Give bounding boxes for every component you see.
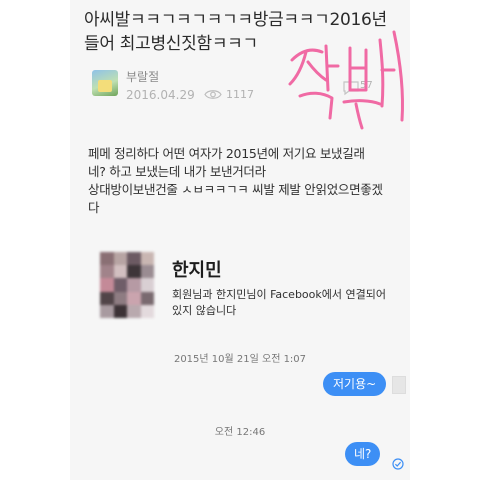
facebook-notice-line-2: 있지 않습니다	[172, 304, 237, 317]
censored-profile-photo	[100, 252, 154, 318]
contact-name[interactable]: 한지민	[172, 256, 222, 282]
post-body-line-3: 상대방이보낸건줄 ㅅㅂㅋㅋㄱㅋ 씨발 제발 안읽었으면좋겠	[88, 182, 383, 197]
view-count: 1117	[226, 88, 254, 101]
post-body-line-1: 페메 정리하다 어떤 여자가 2015년에 저기요 보냈길래	[88, 146, 365, 161]
author-avatar[interactable]	[92, 70, 118, 96]
author-name[interactable]: 부랄절	[126, 68, 159, 85]
seen-check-icon	[392, 458, 404, 470]
handwritten-signature	[288, 30, 405, 130]
facebook-connection-notice: 회원님과 한지민님이 Facebook에서 연결되어 있지 않습니다	[172, 287, 400, 319]
post-date: 2016.04.29	[126, 88, 195, 102]
sent-message-bubble[interactable]: 저기용~	[323, 372, 387, 396]
chat-timestamp: 2015년 10월 21일 오전 1:07	[173, 354, 307, 365]
screenshot-page: 아씨발ㅋㅋㄱㅋㄱㅋㄱㅋ방금ㅋㅋㄱ2016년 들어 최고병신짓함ㅋㅋㄱ 부랄절 2…	[70, 0, 410, 480]
chat-timestamp: 오전 12:46	[214, 427, 266, 438]
post-body: 페메 정리하다 어떤 여자가 2015년에 저기요 보냈길래 네? 하고 보냈는…	[88, 145, 406, 217]
facebook-notice-line-1: 회원님과 한지민님이 Facebook에서 연결되어	[172, 288, 386, 301]
sent-message-bubble[interactable]: 네?	[345, 442, 381, 466]
post-body-line-4: 다	[88, 200, 100, 215]
messenger-contact-card: 한지민 회원님과 한지민님이 Facebook에서 연결되어 있지 않습니다	[92, 246, 402, 336]
eye-icon	[204, 90, 222, 99]
message-select-checkbox[interactable]	[392, 376, 406, 394]
post-body-line-2: 네? 하고 보냈는데 내가 보낸거더라	[88, 164, 266, 179]
